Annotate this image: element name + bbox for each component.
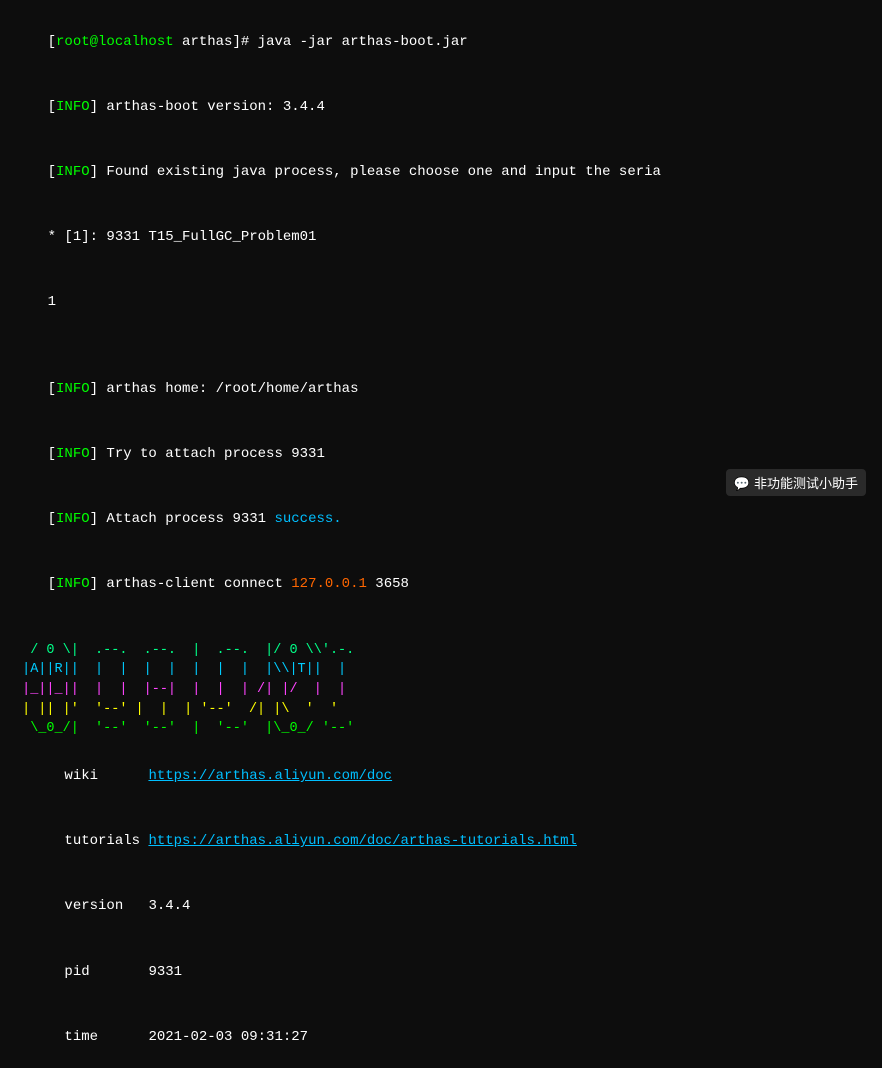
version-label: version [64, 898, 148, 914]
info-line-6: [INFO] arthas-client connect 127.0.0.1 3… [14, 552, 868, 617]
tutorials-line: tutorials https://arthas.aliyun.com/doc/… [14, 810, 868, 875]
tutorials-label: tutorials [64, 833, 148, 849]
blank-line [14, 335, 868, 357]
pid-label: pid [64, 964, 148, 980]
version-line: version 3.4.4 [14, 875, 868, 940]
ascii-art-banner: / 0 \| .--. .--. | .--. |/ 0 \\'.-. |A||… [14, 621, 868, 738]
terminal-window: [root@localhost arthas]# [root@localhost… [0, 0, 882, 534]
wiki-section: wiki https://arthas.aliyun.com/doc tutor… [14, 745, 868, 1068]
time-line: time 2021-02-03 09:31:27 [14, 1005, 868, 1068]
watermark-text: 非功能测试小助手 [754, 476, 858, 491]
success-text: success. [274, 511, 341, 527]
input-line: 1 [14, 270, 868, 335]
path: arthas [174, 34, 233, 50]
user-label: root@localhost [56, 34, 174, 50]
wiki-url[interactable]: https://arthas.aliyun.com/doc [148, 768, 392, 784]
tutorials-url[interactable]: https://arthas.aliyun.com/doc/arthas-tut… [148, 833, 576, 849]
pid-line: pid 9331 [14, 940, 868, 1005]
command-line: [root@localhost arthas]# [root@localhost… [14, 10, 868, 75]
version-value: 3.4.4 [148, 898, 190, 914]
wiki-line: wiki https://arthas.aliyun.com/doc [14, 745, 868, 810]
process-line: * [1]: 9331 T15_FullGC_Problem01 [14, 205, 868, 270]
bracket-open: [ [48, 34, 56, 50]
info-line-2: [INFO] Found existing java process, plea… [14, 140, 868, 205]
bracket-close: ]# [232, 34, 257, 50]
time-label: time [64, 1029, 148, 1045]
watermark: 💬 非功能测试小助手 [726, 469, 866, 496]
wiki-label: wiki [64, 768, 148, 784]
info-line-1: [INFO] arthas-boot version: 3.4.4 [14, 75, 868, 140]
info-line-3: [INFO] arthas home: /root/home/arthas [14, 357, 868, 422]
ip-address: 127.0.0.1 [291, 576, 367, 592]
watermark-icon: 💬 [734, 476, 750, 491]
info-line-5: [INFO] Attach process 9331 success. [14, 487, 868, 552]
time-value: 2021-02-03 09:31:27 [148, 1029, 308, 1045]
pid-value: 9331 [148, 964, 182, 980]
command-text-display: java -jar arthas-boot.jar [258, 34, 468, 50]
